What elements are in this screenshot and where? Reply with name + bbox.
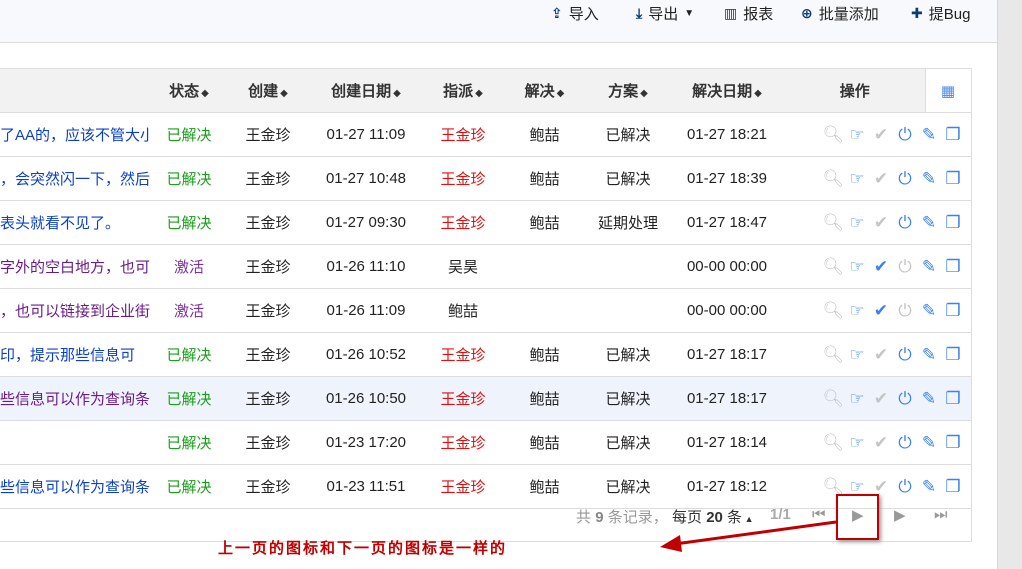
annotation-arrow bbox=[660, 520, 837, 552]
annotation-text: 上一页的图标和下一页的图标是一样的 bbox=[218, 540, 508, 557]
